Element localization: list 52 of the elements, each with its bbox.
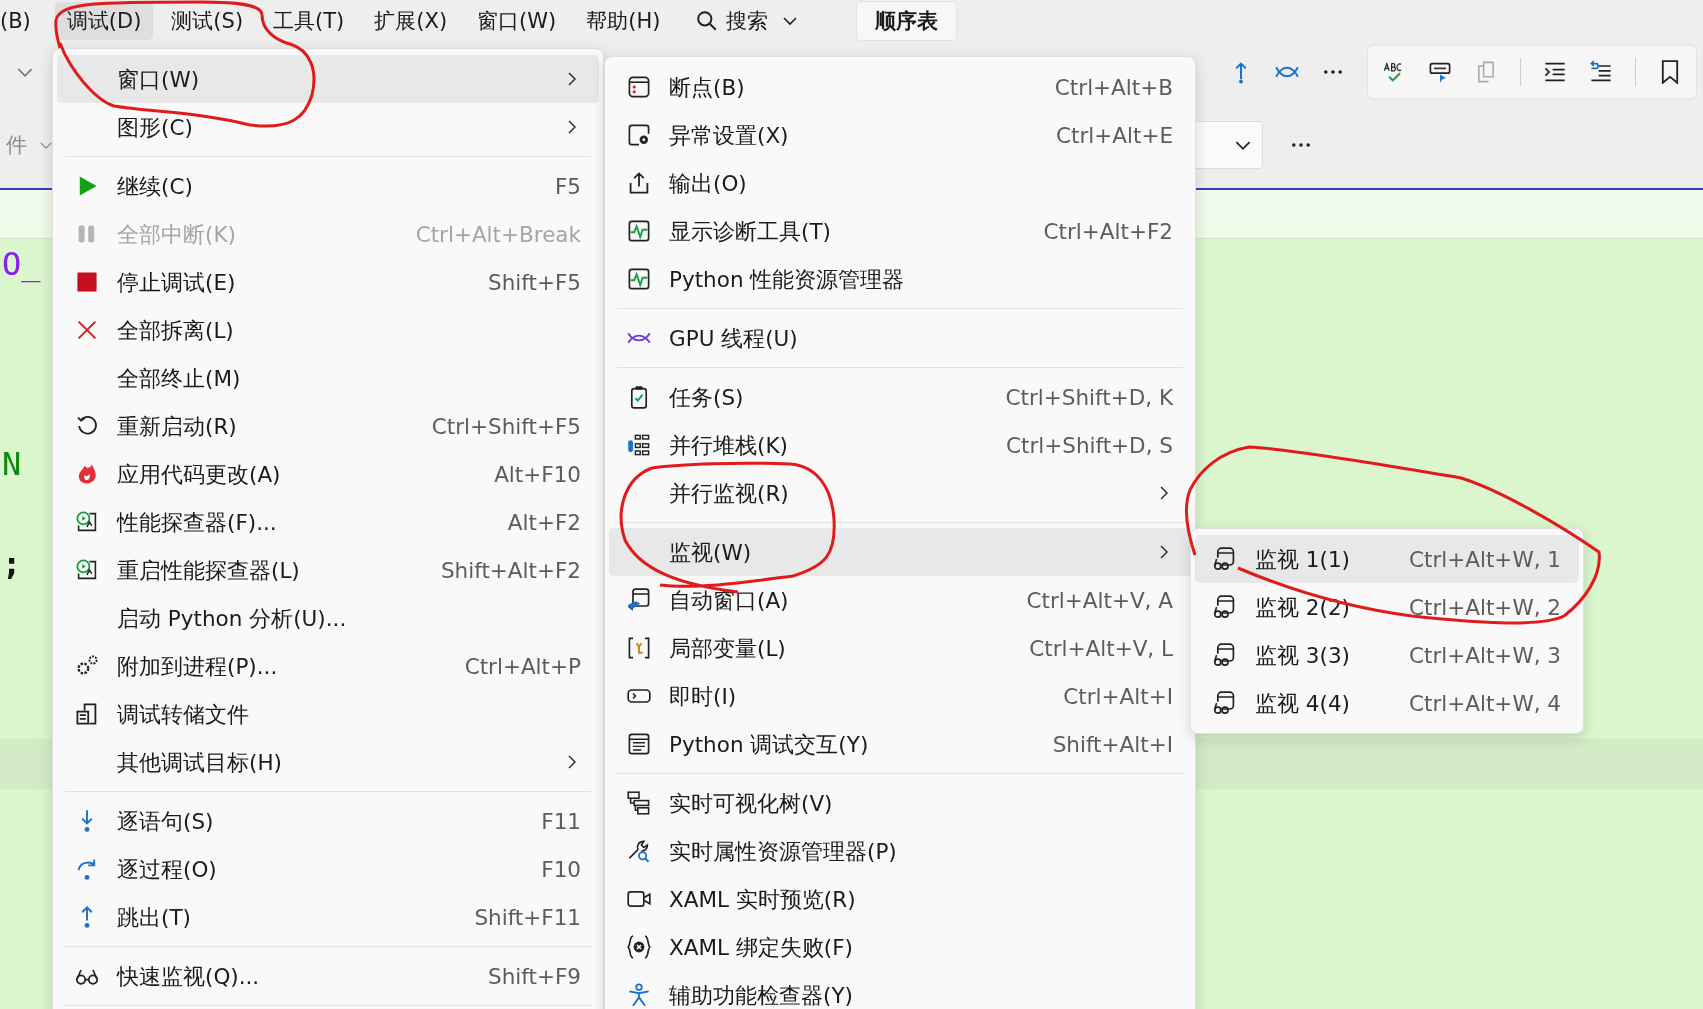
menu-item[interactable]: 输出(O) xyxy=(609,159,1191,207)
menu-item[interactable]: 并行监视(R) xyxy=(609,469,1191,517)
menu-item[interactable]: 逐过程(O) F10 xyxy=(57,845,599,893)
menu-item[interactable]: 图形(C) xyxy=(57,103,599,151)
menu-bar-item[interactable]: 测试(S) xyxy=(159,2,256,40)
menu-item[interactable]: GPU 线程(U) xyxy=(609,314,1191,362)
menu-item[interactable]: 监视(W) xyxy=(609,528,1191,576)
menu-item[interactable]: Python 性能资源管理器 xyxy=(609,255,1191,303)
menu-item[interactable]: 调试转储文件 xyxy=(57,690,599,738)
code-text: O_ xyxy=(1,245,41,283)
menu-item[interactable]: 停止调试(E) Shift+F5 xyxy=(57,258,599,306)
search-button[interactable]: 搜索 xyxy=(684,2,811,40)
menu-item[interactable]: 辅助功能检查器(Y) xyxy=(609,971,1191,1009)
code-text: N xyxy=(1,445,22,483)
menu-item[interactable]: 跳出(T) Shift+F11 xyxy=(57,893,599,941)
menu-item[interactable]: XAML 绑定失败(F) xyxy=(609,923,1191,971)
menu-item[interactable]: 显示诊断工具(T) Ctrl+Alt+F2 xyxy=(609,207,1191,255)
menu-item[interactable]: 自动窗口(A) Ctrl+Alt+V, A xyxy=(609,576,1191,624)
menu-bar-item[interactable]: 工具(T) xyxy=(261,2,357,40)
menu-item[interactable]: 全部终止(M) xyxy=(57,354,599,402)
menu-item[interactable]: 附加到进程(P)... Ctrl+Alt+P xyxy=(57,642,599,690)
menu-item[interactable]: 继续(C) F5 xyxy=(57,162,599,210)
menu-item[interactable]: 并行堆栈(K) Ctrl+Shift+D, S xyxy=(609,421,1191,469)
menu-item[interactable]: 实时可视化树(V) xyxy=(609,779,1191,827)
menu-item[interactable]: 断点(B) Ctrl+Alt+B xyxy=(609,63,1191,111)
menu-item[interactable]: 窗口(W) xyxy=(57,55,599,103)
menu-item[interactable]: 监视 3(3) Ctrl+Alt+W, 3 xyxy=(1195,631,1579,679)
menu-bar-item[interactable]: 扩展(X) xyxy=(362,2,460,40)
menu-bar-item[interactable]: 帮助(H) xyxy=(574,2,673,40)
document-tab[interactable]: 顺序表 xyxy=(856,1,958,41)
menu-item[interactable]: XAML 实时预览(R) xyxy=(609,875,1191,923)
menu-item[interactable]: 监视 1(1) Ctrl+Alt+W, 1 xyxy=(1195,535,1579,583)
menu-item[interactable]: 快速监视(Q)... Shift+F9 xyxy=(57,952,599,1000)
menu-item[interactable]: Python 调试交互(Y) Shift+Alt+I xyxy=(609,720,1191,768)
menu-item[interactable]: 性能探查器(F)... Alt+F2 xyxy=(57,498,599,546)
menu-item[interactable]: 局部变量(L) Ctrl+Alt+V, L xyxy=(609,624,1191,672)
menu-item[interactable]: 重新启动(R) Ctrl+Shift+F5 xyxy=(57,402,599,450)
menu-item[interactable]: 任务(S) Ctrl+Shift+D, K xyxy=(609,373,1191,421)
menu-item[interactable]: 监视 4(4) Ctrl+Alt+W, 4 xyxy=(1195,679,1579,727)
menu-item[interactable]: 重启性能探查器(L) Shift+Alt+F2 xyxy=(57,546,599,594)
menu-bar-item[interactable]: 调试(D) xyxy=(54,2,154,40)
menu-item[interactable]: 启动 Python 分析(U)... xyxy=(57,594,599,642)
menu-item[interactable]: 异常设置(X) Ctrl+Alt+E xyxy=(609,111,1191,159)
menu-item[interactable]: 全部拆离(L) xyxy=(57,306,599,354)
menu-bar-item[interactable]: 窗口(W) xyxy=(465,2,569,40)
menu-item[interactable]: 即时(I) Ctrl+Alt+I xyxy=(609,672,1191,720)
menu-item[interactable]: 应用代码更改(A) Alt+F10 xyxy=(57,450,599,498)
code-text: ; xyxy=(1,545,22,583)
toolbar-label: 件 xyxy=(5,132,27,159)
menu-item[interactable]: 逐语句(S) F11 xyxy=(57,797,599,845)
menu-bar-item[interactable]: (B) xyxy=(0,2,43,40)
menu-item[interactable]: 实时属性资源管理器(P) xyxy=(609,827,1191,875)
